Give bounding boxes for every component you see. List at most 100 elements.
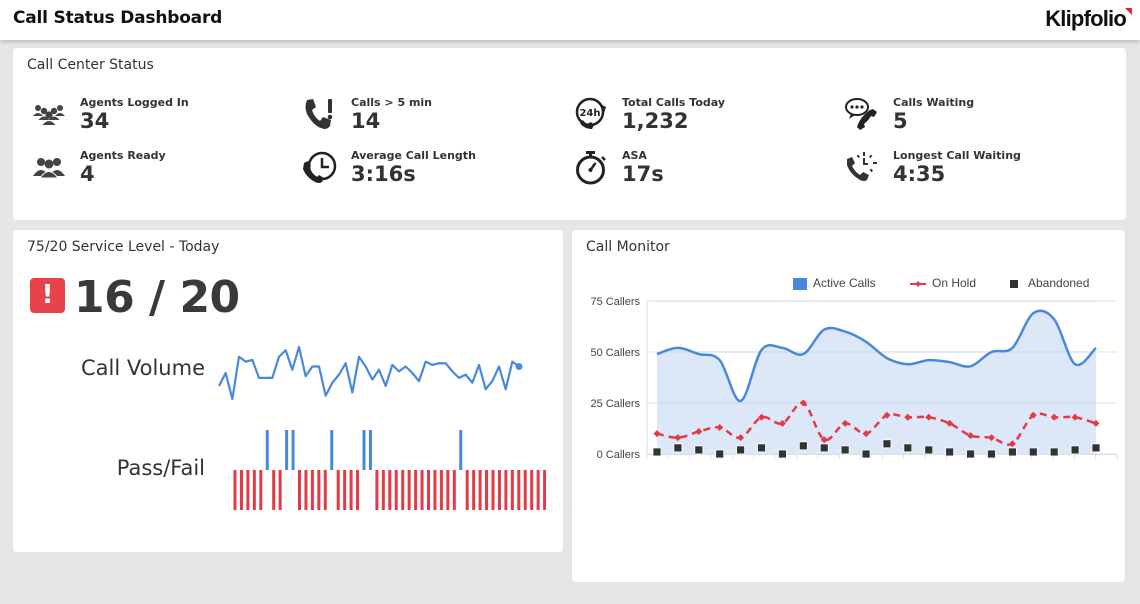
service-level-value: 16 / 20 — [74, 272, 240, 323]
fail-bar — [414, 470, 418, 510]
stat-average-call-length: Average Call Length 3:16s — [301, 149, 551, 193]
stat-label: Agents Logged In — [80, 96, 189, 109]
fail-bar — [310, 470, 314, 510]
legend-square-icon — [1010, 279, 1018, 288]
fail-bar — [504, 470, 508, 510]
fail-bar — [381, 470, 385, 510]
alert-icon: ! — [30, 278, 65, 313]
top-bar: Call Status Dashboard Klipfolio — [0, 0, 1140, 40]
stat-label: Average Call Length — [351, 149, 476, 162]
svg-text:24h: 24h — [579, 108, 600, 119]
fail-bar — [375, 470, 379, 510]
phone-alert-icon — [305, 99, 333, 129]
fail-bar — [465, 470, 469, 510]
fail-bar — [272, 470, 276, 510]
abandoned-point[interactable] — [1091, 443, 1101, 453]
pass-fail-chart — [233, 430, 546, 510]
fail-bar — [252, 470, 256, 510]
fail-bar — [239, 470, 243, 510]
fail-bar — [356, 470, 360, 510]
legend-abandoned[interactable]: Abandoned — [1010, 276, 1089, 290]
stat-asa: ASA 17s — [572, 149, 822, 193]
stat-value: 5 — [893, 109, 908, 133]
fail-bar — [510, 470, 514, 510]
abandoned-point[interactable] — [673, 443, 683, 453]
agents-group-icon — [33, 105, 65, 125]
fail-bar — [343, 470, 347, 510]
stat-total-calls-today: 24h Total Calls Today 1,232 — [572, 96, 822, 140]
agents-ready-icon — [33, 158, 65, 179]
stat-calls-waiting: Calls Waiting 5 — [843, 96, 1093, 140]
abandoned-point[interactable] — [1028, 447, 1038, 457]
abandoned-point[interactable] — [819, 443, 829, 453]
abandoned-point[interactable] — [945, 447, 955, 457]
logo-text: Klipfolio — [1045, 6, 1127, 31]
fail-bar — [349, 470, 353, 510]
fail-bar — [530, 470, 534, 510]
abandoned-point[interactable] — [757, 443, 766, 453]
logo-accent-icon — [1125, 8, 1132, 15]
abandoned-point[interactable] — [924, 445, 934, 455]
fail-bar — [433, 470, 437, 510]
legend-active-calls[interactable]: Active Calls — [793, 276, 876, 290]
fail-bar — [497, 470, 501, 510]
call-volume-sparkline — [218, 345, 523, 401]
abandoned-point[interactable] — [1007, 447, 1017, 457]
abandoned-point[interactable] — [715, 449, 725, 459]
abandoned-point[interactable] — [778, 449, 787, 459]
stat-value: 14 — [351, 109, 381, 133]
legend-on-hold[interactable]: On Hold — [910, 276, 976, 290]
y-tick-label: 0 Callers — [597, 449, 641, 461]
y-tick-label: 75 Callers — [590, 296, 640, 308]
legend-line-icon — [910, 280, 926, 287]
abandoned-point[interactable] — [987, 449, 996, 459]
fail-bar — [523, 470, 527, 510]
pass-bar — [330, 430, 334, 470]
service-level-panel: 75/20 Service Level - Today ! 16 / 20 Ca… — [13, 230, 563, 552]
legend-label: Abandoned — [1028, 276, 1090, 290]
fail-bar — [427, 470, 430, 510]
fail-bar — [536, 470, 540, 510]
panel-title: Call Monitor — [586, 239, 670, 255]
fail-bar — [298, 470, 301, 510]
stopwatch-icon — [576, 151, 606, 185]
dashboard-title: Call Status Dashboard — [13, 8, 223, 28]
abandoned-point[interactable] — [798, 441, 808, 451]
abandoned-point[interactable] — [903, 443, 913, 453]
fail-bar — [491, 470, 495, 510]
stat-value: 3:16s — [351, 162, 416, 186]
stat-label: Calls Waiting — [893, 96, 975, 109]
abandoned-point[interactable] — [861, 449, 871, 459]
abandoned-point[interactable] — [882, 439, 892, 449]
stat-value: 1,232 — [622, 109, 689, 133]
pass-bar — [459, 430, 463, 470]
call-center-status-panel: Call Center Status Agents Logged In 34 A… — [13, 48, 1126, 220]
klipfolio-logo[interactable]: Klipfolio — [1045, 6, 1132, 32]
fail-bar — [439, 470, 443, 510]
abandoned-point[interactable] — [966, 449, 975, 459]
abandoned-point[interactable] — [1049, 447, 1059, 457]
fail-bar — [407, 470, 411, 510]
fail-bar — [278, 470, 282, 510]
stat-label: ASA — [622, 149, 647, 162]
fail-bar — [452, 470, 456, 510]
stat-value: 17s — [622, 162, 664, 186]
fail-bar — [317, 470, 321, 510]
panel-title: 75/20 Service Level - Today — [27, 239, 220, 255]
abandoned-point[interactable] — [736, 445, 746, 455]
fail-bar — [472, 470, 476, 510]
fail-bar — [259, 470, 263, 510]
fail-bar — [543, 470, 546, 510]
abandoned-point[interactable] — [694, 445, 704, 455]
fail-bar — [420, 470, 424, 510]
fail-bar — [394, 470, 398, 510]
fail-bar — [446, 470, 450, 510]
pass-fail-label: Pass/Fail — [116, 456, 205, 480]
abandoned-point[interactable] — [1070, 445, 1080, 455]
abandoned-point[interactable] — [652, 447, 662, 457]
sparkline-end-marker — [515, 363, 523, 370]
abandoned-point[interactable] — [840, 445, 850, 455]
phone-chat-icon — [845, 98, 877, 130]
stat-label: Agents Ready — [80, 149, 166, 162]
fail-bar — [485, 470, 489, 510]
